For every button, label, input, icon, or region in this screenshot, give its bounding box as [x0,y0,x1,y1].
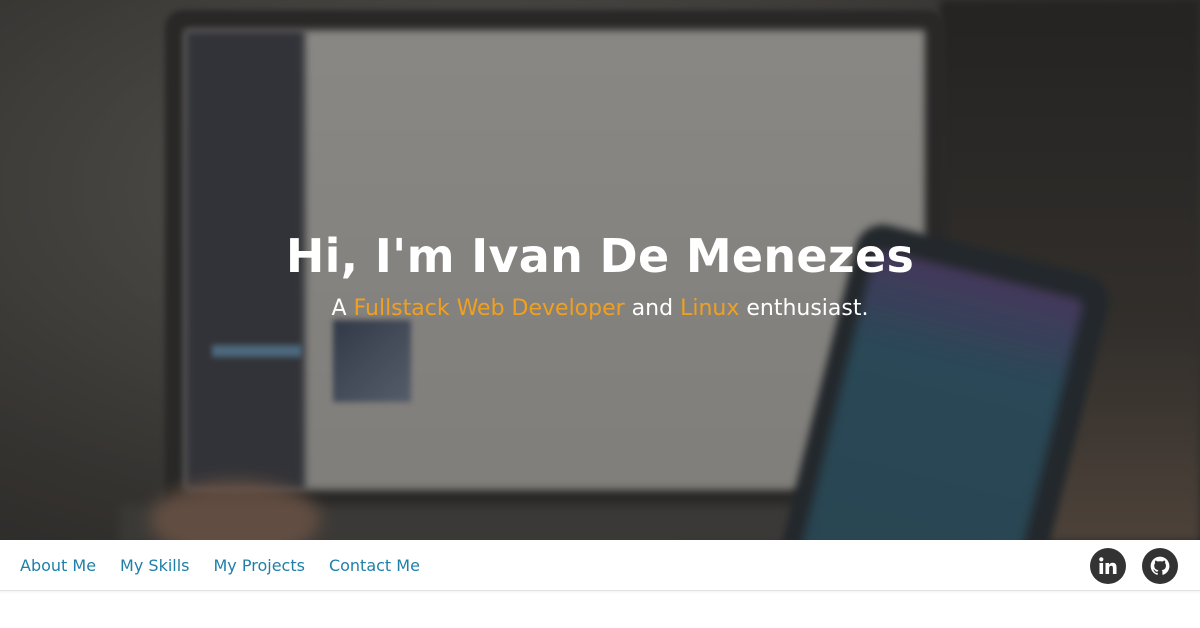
nav-link-my-skills[interactable]: My Skills [120,556,189,575]
hero-title: Hi, I'm Ivan De Menezes [285,229,915,283]
subtitle-prefix: A [331,296,354,321]
linkedin-button[interactable] [1090,548,1126,584]
github-button[interactable] [1142,548,1178,584]
subtitle-middle: and [624,296,681,321]
subtitle-suffix: enthusiast. [739,296,869,321]
nav-link-my-projects[interactable]: My Projects [214,556,305,575]
nav-links: About Me My Skills My Projects Contact M… [20,540,420,591]
linkedin-icon [1099,557,1117,574]
github-icon [1150,556,1170,575]
nav-link-contact-me[interactable]: Contact Me [329,556,420,575]
nav-link-about-me[interactable]: About Me [20,556,96,575]
navbar: About Me My Skills My Projects Contact M… [0,540,1200,591]
hero-subtitle: A Fullstack Web Developer and Linux enth… [0,294,1200,324]
hero-section: Hi, I'm Ivan De Menezes A Fullstack Web … [0,0,1200,540]
subtitle-tech: Linux [680,296,740,321]
hero-content: Hi, I'm Ivan De Menezes A Fullstack Web … [0,226,1200,324]
social-links [1090,548,1178,584]
subtitle-role: Fullstack Web Developer [353,296,625,321]
